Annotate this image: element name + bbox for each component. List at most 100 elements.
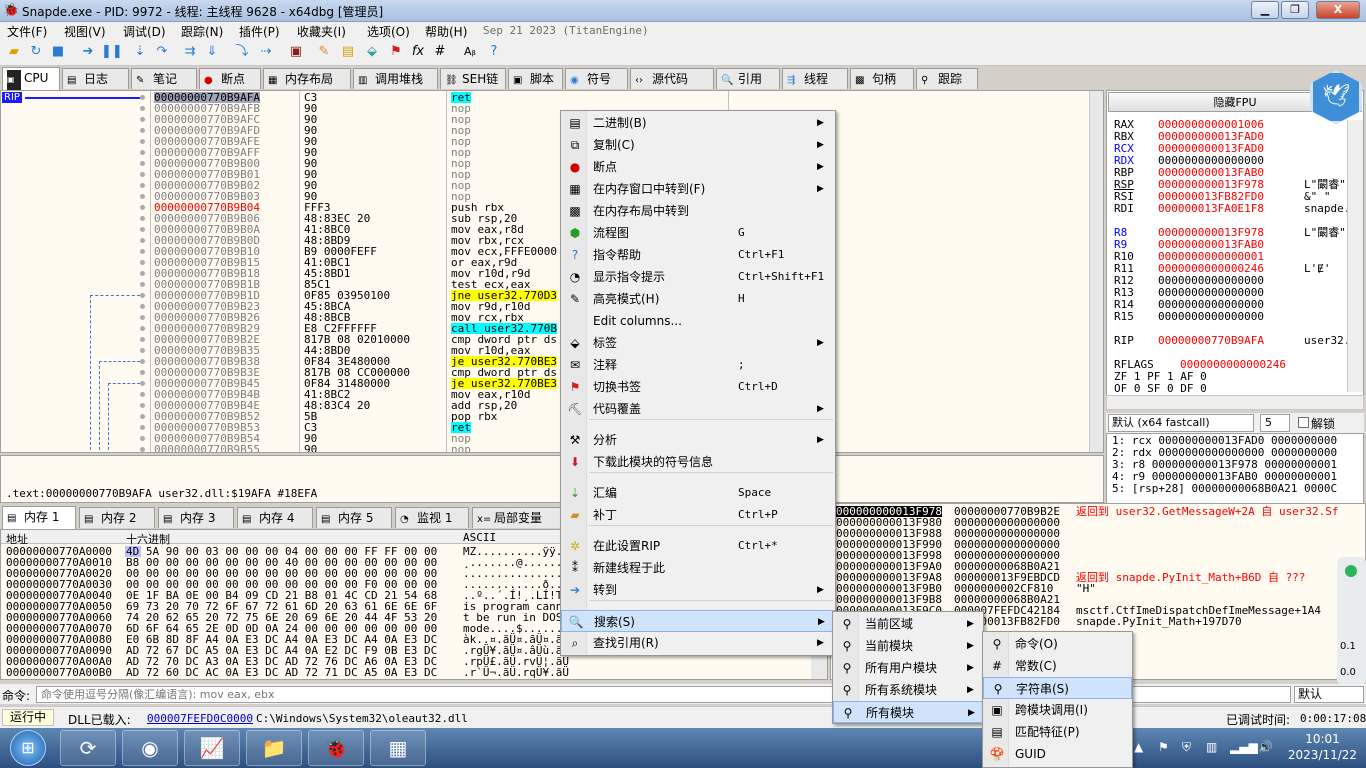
breakpoint-dot[interactable] <box>140 414 145 419</box>
memory-tab-3[interactable]: ▤ 内存 3 <box>158 507 234 528</box>
tab-source[interactable]: ‹› 源代码 <box>630 68 714 89</box>
step-over-icon[interactable]: ↷ <box>153 43 171 61</box>
breakpoint-dot[interactable] <box>140 348 145 353</box>
arguments-view[interactable]: 1: rcx 000000000013FAD0 0000000000 2: rdx… <box>1106 433 1364 505</box>
tab-trace[interactable]: ⚲ 跟踪 <box>916 68 978 89</box>
menu-item-bookmark-toggle[interactable]: ⚑ 切换书签 Ctrl+D <box>561 376 835 398</box>
menu-item-memmap-goto[interactable]: ▩ 在内存布局中转到 <box>561 200 835 222</box>
menu-item-analyze[interactable]: ⚒ 分析 ▶ <box>561 429 835 451</box>
menu-item-edit-columns[interactable]: Edit columns... <box>561 310 835 332</box>
step-into-icon[interactable]: ⇣ <box>131 43 149 61</box>
breakpoint-dot[interactable] <box>140 381 145 386</box>
breakpoint-dot[interactable] <box>140 172 145 177</box>
breakpoint-dot[interactable] <box>140 304 145 309</box>
tab-handles[interactable]: ▩ 句柄 <box>850 68 914 89</box>
tray-shield-icon[interactable]: ⛨ <box>1182 740 1191 755</box>
close-button[interactable]: X <box>1316 1 1360 19</box>
refresh-app-icon[interactable]: ⟳ <box>60 730 116 766</box>
tray-arrow-icon[interactable]: ▲ <box>1134 740 1143 754</box>
hash-icon[interactable]: # <box>431 43 449 61</box>
menu-debug[interactable]: 调试(D) <box>123 23 166 40</box>
trace-into-icon[interactable]: ⇉ <box>181 43 199 61</box>
breakpoint-dot[interactable] <box>140 447 145 452</box>
breakpoint-dot[interactable] <box>140 227 145 232</box>
pause-icon[interactable]: ❚❚ <box>101 43 123 61</box>
menu-item-breakpoint-dot[interactable]: ● 断点 ▶ <box>561 156 835 178</box>
menu-file[interactable]: 文件(F) <box>7 23 47 40</box>
command-mode-select[interactable]: 默认 <box>1294 686 1364 703</box>
menu-item-assemble[interactable]: ⇣ 汇编 Space <box>561 482 835 504</box>
breakpoint-dot[interactable] <box>140 161 145 166</box>
submenu-item-search-region[interactable]: ⚲ 当前区域 ▶ <box>833 613 983 635</box>
tab-breakpoint[interactable]: ● 断点 <box>199 68 261 89</box>
submenu-item-guid[interactable]: 🍄 GUID <box>983 743 1132 765</box>
comment-icon[interactable]: ▤ <box>339 43 357 61</box>
submenu-item-search-string[interactable]: ⚲ 字符串(S) <box>983 677 1132 699</box>
breakpoint-dot[interactable] <box>140 359 145 364</box>
tab-log[interactable]: ▤ 日志 <box>62 68 129 89</box>
register-row[interactable]: R15 0000000000000000 <box>1114 311 1354 323</box>
menu-item-new-thread[interactable]: ⁑ 新建线程于此 <box>561 557 835 579</box>
tray-network-icon[interactable]: ▥ <box>1206 740 1217 754</box>
tab-symbols[interactable]: ◉ 符号 <box>565 68 628 89</box>
side-widget[interactable]: 0.1 0.0 <box>1337 557 1366 685</box>
breakpoint-dot[interactable] <box>140 95 145 100</box>
argument-row[interactable]: 5: [rsp+28] 00000000068B0A21 0000C <box>1112 483 1337 495</box>
menu-item-help-book[interactable]: ? 指令帮助 Ctrl+F1 <box>561 244 835 266</box>
menu-item-binary[interactable]: ▤ 二进制(B) ▶ <box>561 112 835 134</box>
menu-item-coverage[interactable]: ⛏ 代码覆盖 ▶ <box>561 398 835 420</box>
tab-cpu[interactable]: ▣ CPU <box>2 67 60 90</box>
function-icon[interactable]: fx <box>409 43 427 61</box>
breakpoint-dot[interactable] <box>140 282 145 287</box>
register-row[interactable]: OF 0 SF 0 DF 0 <box>1114 383 1354 395</box>
font-icon[interactable]: Aᵦ <box>461 43 479 61</box>
x64dbg-icon[interactable]: 🐞 <box>308 730 364 766</box>
menu-item-download-symbols[interactable]: ⬇ 下载此模块的符号信息 <box>561 451 835 473</box>
breakpoint-dot[interactable] <box>140 271 145 276</box>
submenu-item-search-module[interactable]: ⚲ 当前模块 ▶ <box>833 635 983 657</box>
menu-help[interactable]: 帮助(H) <box>425 23 467 40</box>
explorer-icon[interactable]: 📁 <box>246 730 302 766</box>
memory-tab-1[interactable]: ▤ 内存 1 <box>2 506 76 529</box>
maximize-button[interactable]: ❐ <box>1281 1 1309 19</box>
start-orb-icon[interactable]: ⊞ <box>4 728 54 768</box>
memory-tab-6[interactable]: ◔ 监视 1 <box>395 507 469 528</box>
script-icon[interactable]: ▣ <box>287 43 305 61</box>
stop-icon[interactable]: ■ <box>49 43 67 61</box>
tab-script[interactable]: ▣ 脚本 <box>508 68 563 89</box>
open-folder-icon[interactable]: ▰ <box>5 43 23 61</box>
menu-view[interactable]: 视图(V) <box>64 23 106 40</box>
breakpoint-dot[interactable] <box>140 370 145 375</box>
menu-item-dump-goto[interactable]: ▦ 在内存窗口中转到(F) ▶ <box>561 178 835 200</box>
breakpoint-dot[interactable] <box>140 392 145 397</box>
submenu-item-intermodular-call[interactable]: ▣ 跨模块调用(I) <box>983 699 1132 721</box>
menu-favourites[interactable]: 收藏夹(I) <box>297 23 346 40</box>
unlock-checkbox[interactable] <box>1298 417 1309 428</box>
breakpoint-dot[interactable] <box>140 238 145 243</box>
menu-options[interactable]: 选项(O) <box>367 23 410 40</box>
trace-over-icon[interactable]: ⇓ <box>203 43 221 61</box>
breakpoint-dot[interactable] <box>140 403 145 408</box>
breakpoint-dot[interactable] <box>140 326 145 331</box>
breakpoint-dot[interactable] <box>140 150 145 155</box>
calling-convention-select[interactable]: 默认 (x64 fastcall) <box>1108 414 1254 432</box>
minimize-button[interactable]: ▁ <box>1251 1 1279 19</box>
breakpoint-dot[interactable] <box>140 139 145 144</box>
registers-panel[interactable]: 隐藏FPU RAX 0000000000001006 RBX 000000000013… <box>1106 90 1364 410</box>
memory-tab-7[interactable]: x= 局部变量 <box>472 507 564 528</box>
menu-item-highlight[interactable]: ✎ 高亮模式(H) H <box>561 288 835 310</box>
run-icon[interactable]: ➔ <box>79 43 97 61</box>
restart-icon[interactable]: ↻ <box>27 43 45 61</box>
chart-app-icon[interactable]: 📈 <box>184 730 240 766</box>
breakpoint-dot[interactable] <box>140 194 145 199</box>
register-row[interactable]: RDI 000000013FA0E1F8 snapde. <box>1114 203 1354 215</box>
menu-item-find-refs[interactable]: ⌕ 查找引用(R) ▶ <box>561 632 835 654</box>
registers-scrollbar[interactable] <box>1347 120 1363 392</box>
breakpoint-dot[interactable] <box>140 216 145 221</box>
breakpoint-dot[interactable] <box>140 117 145 122</box>
menu-item-graph[interactable]: ⬢ 流程图 G <box>561 222 835 244</box>
label-icon[interactable]: ⬙ <box>363 43 381 61</box>
help-icon[interactable]: ? <box>485 43 503 61</box>
notepad-icon[interactable]: ▦ <box>370 730 426 766</box>
menu-item-goto[interactable]: ➔ 转到 ▶ <box>561 579 835 601</box>
